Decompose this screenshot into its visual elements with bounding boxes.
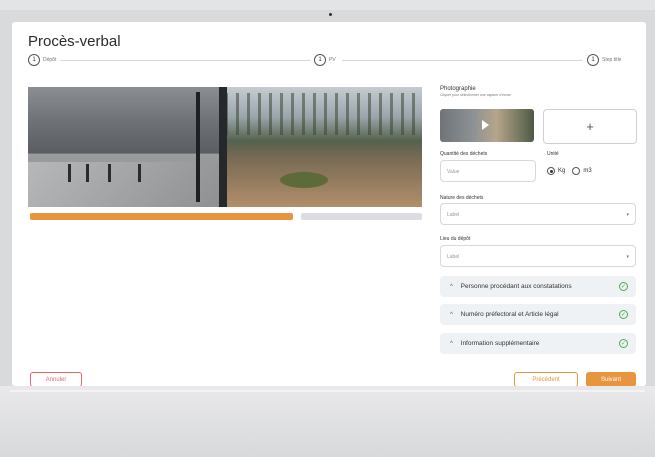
chevron-down-icon: ▾ [626,212,629,218]
unit-radio-m3[interactable] [572,167,581,175]
quantity-label: Quantité des déchets [440,151,488,157]
accordion-label: Personne procédant aux constatations [460,283,572,290]
unit-option-label: Kg [558,168,566,174]
accordion-label: Information supplémentaire [460,340,540,347]
park-photo [219,87,422,207]
step-title[interactable]: 1 Step title [587,54,621,66]
nature-label: Nature des déchets [440,195,484,201]
cancel-button[interactable]: Annuler [30,372,82,386]
progress-bar-track [301,213,422,220]
previous-button[interactable]: Précédent [514,372,578,386]
step-number: 1 [314,54,326,66]
location-label: Lieu du dépôt [440,236,471,242]
step-connector [342,60,582,61]
chevron-up-icon: ^ [450,341,453,347]
step-label: Dépôt [43,57,57,63]
check-circle-icon: ✓ [619,310,628,319]
quantity-input[interactable]: Value [440,160,536,182]
camera-dot [329,13,332,16]
accordion-constatations[interactable]: ^ Personne procédant aux constatations ✓ [440,276,636,297]
street-photo [28,87,225,207]
photo-label: Photographie [440,86,476,92]
nature-placeholder: Label [447,212,460,218]
device-bottom-bezel [0,386,655,457]
accordion-label: Numéro préfectoral et Article légal [460,311,559,318]
chevron-up-icon: ^ [450,284,453,290]
step-number: 1 [28,54,40,66]
check-circle-icon: ✓ [619,339,628,348]
check-circle-icon: ✓ [619,282,628,291]
location-placeholder: Label [447,254,460,260]
unit-label: Unité [547,151,559,157]
next-button[interactable]: Suivant [586,372,636,386]
chevron-up-icon: ^ [450,312,453,318]
step-connector [60,60,310,61]
photo-hint: Cliquer pour sélectionner une capture d'… [440,93,511,97]
step-label: PV [329,57,336,63]
add-photo-button[interactable]: + [543,109,637,144]
progress-bar-fill [30,213,293,220]
unit-radio-kg[interactable] [547,167,555,175]
nature-select[interactable]: Label ▾ [440,203,636,225]
step-depot[interactable]: 1 Dépôt [28,54,56,66]
step-label: Step title [602,57,622,63]
page-title: Procès-verbal [28,33,121,50]
device-top-bezel [0,0,655,10]
unit-radio-group: Kg m3 [547,167,592,175]
step-pv[interactable]: 1 PV [314,54,336,66]
location-select[interactable]: Label ▾ [440,245,636,267]
app-screen: Procès-verbal 1 Dépôt 1 PV 1 Step title [12,22,646,386]
photo-section-header: Photographie Cliquer pour sélectionner u… [440,86,636,97]
unit-option-label: m3 [583,168,592,174]
accordion-information[interactable]: ^ Information supplémentaire ✓ [440,333,636,354]
photo-thumbnail[interactable] [440,109,534,142]
chevron-down-icon: ▾ [626,254,629,260]
accordion-prefectoral[interactable]: ^ Numéro préfectoral et Article légal ✓ [440,304,636,325]
play-icon [482,120,489,130]
photo-preview[interactable] [28,87,422,207]
step-number: 1 [587,54,599,66]
